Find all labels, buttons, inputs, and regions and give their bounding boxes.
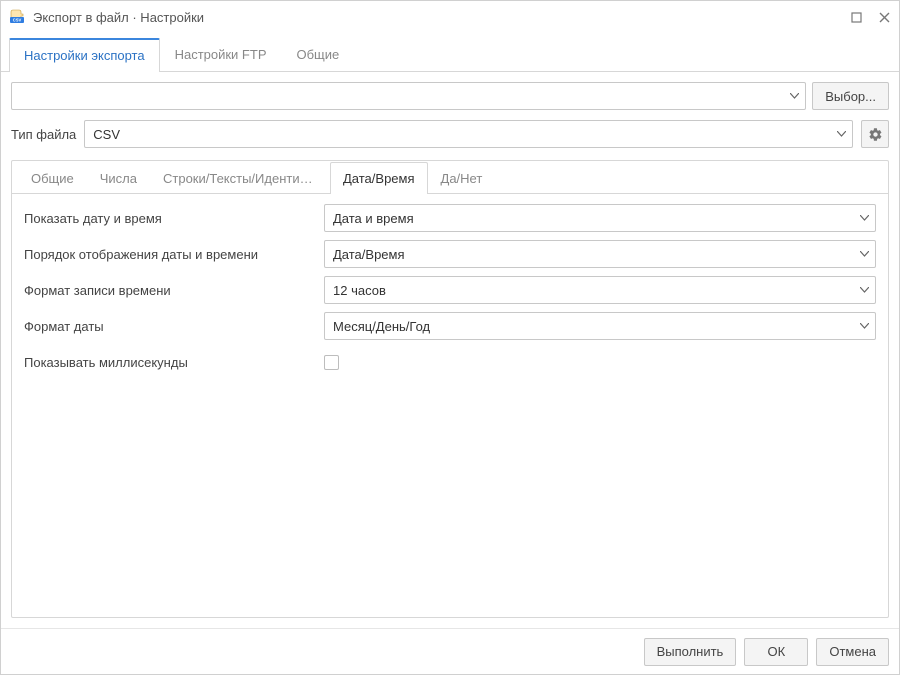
window-controls — [849, 10, 891, 24]
date-format-select[interactable]: Месяц/День/Год — [324, 312, 876, 340]
cancel-button[interactable]: Отмена — [816, 638, 889, 666]
sub-tabs: Общие Числа Строки/Тексты/Идентифик... Д… — [12, 161, 888, 194]
subtab-label: Числа — [100, 171, 137, 186]
show-ms-row: Показывать миллисекунды — [24, 348, 876, 376]
subtab-numbers[interactable]: Числа — [87, 162, 150, 194]
preset-select[interactable] — [11, 82, 806, 110]
main-tabs: Настройки экспорта Настройки FTP Общие — [1, 33, 899, 72]
file-type-row: Тип файла CSV — [11, 120, 889, 148]
show-ms-label: Показывать миллисекунды — [24, 355, 324, 370]
tab-export-settings[interactable]: Настройки экспорта — [9, 38, 160, 72]
choose-button-label: Выбор... — [825, 89, 876, 104]
window-title: Экспорт в файл · Настройки — [33, 10, 841, 25]
subtab-label: Общие — [31, 171, 74, 186]
order-label: Порядок отображения даты и времени — [24, 247, 324, 262]
subtab-label: Да/Нет — [441, 171, 483, 186]
tab-label: Настройки экспорта — [24, 48, 145, 63]
date-format-value: Месяц/День/Год — [325, 319, 853, 334]
maximize-button[interactable] — [849, 10, 863, 24]
app-csv-icon: CSV — [9, 9, 25, 25]
subtab-boolean[interactable]: Да/Нет — [428, 162, 496, 194]
file-type-settings-button[interactable] — [861, 120, 889, 148]
date-format-row: Формат даты Месяц/День/Год — [24, 312, 876, 340]
ok-button[interactable]: ОК — [744, 638, 808, 666]
dialog-footer: Выполнить ОК Отмена — [1, 628, 899, 674]
time-format-label: Формат записи времени — [24, 283, 324, 298]
file-type-value: CSV — [85, 127, 830, 142]
datetime-settings: Показать дату и время Дата и время Поряд… — [12, 194, 888, 617]
subtab-datetime[interactable]: Дата/Время — [330, 162, 428, 194]
tab-general[interactable]: Общие — [282, 38, 355, 72]
show-ms-checkbox[interactable] — [324, 355, 339, 370]
order-row: Порядок отображения даты и времени Дата/… — [24, 240, 876, 268]
export-settings-panel: Выбор... Тип файла CSV Общие Числа Строк — [1, 72, 899, 628]
chevron-down-icon[interactable] — [830, 121, 852, 147]
close-button[interactable] — [877, 10, 891, 24]
preset-row: Выбор... — [11, 82, 889, 110]
chevron-down-icon[interactable] — [853, 241, 875, 267]
chevron-down-icon[interactable] — [853, 277, 875, 303]
cancel-button-label: Отмена — [829, 644, 876, 659]
format-settings-panel: Общие Числа Строки/Тексты/Идентифик... Д… — [11, 160, 889, 618]
subtab-label: Строки/Тексты/Идентифик... — [163, 171, 330, 186]
show-datetime-value: Дата и время — [325, 211, 853, 226]
date-format-label: Формат даты — [24, 319, 324, 334]
tab-label: Настройки FTP — [175, 47, 267, 62]
run-button[interactable]: Выполнить — [644, 638, 737, 666]
title-bar: CSV Экспорт в файл · Настройки — [1, 1, 899, 33]
subtab-label: Дата/Время — [343, 171, 415, 186]
subtab-general[interactable]: Общие — [18, 162, 87, 194]
settings-dialog: CSV Экспорт в файл · Настройки Настройки… — [0, 0, 900, 675]
order-select[interactable]: Дата/Время — [324, 240, 876, 268]
tab-label: Общие — [297, 47, 340, 62]
tab-ftp-settings[interactable]: Настройки FTP — [160, 38, 282, 72]
svg-text:CSV: CSV — [13, 18, 22, 23]
choose-button[interactable]: Выбор... — [812, 82, 889, 110]
chevron-down-icon[interactable] — [783, 83, 805, 109]
file-type-select[interactable]: CSV — [84, 120, 853, 148]
chevron-down-icon[interactable] — [853, 313, 875, 339]
order-value: Дата/Время — [325, 247, 853, 262]
show-datetime-select[interactable]: Дата и время — [324, 204, 876, 232]
gear-icon — [868, 127, 883, 142]
ok-button-label: ОК — [768, 644, 786, 659]
subtab-strings[interactable]: Строки/Тексты/Идентифик... — [150, 162, 330, 194]
run-button-label: Выполнить — [657, 644, 724, 659]
show-datetime-row: Показать дату и время Дата и время — [24, 204, 876, 232]
time-format-select[interactable]: 12 часов — [324, 276, 876, 304]
chevron-down-icon[interactable] — [853, 205, 875, 231]
show-datetime-label: Показать дату и время — [24, 211, 324, 226]
time-format-row: Формат записи времени 12 часов — [24, 276, 876, 304]
file-type-label: Тип файла — [11, 127, 76, 142]
time-format-value: 12 часов — [325, 283, 853, 298]
